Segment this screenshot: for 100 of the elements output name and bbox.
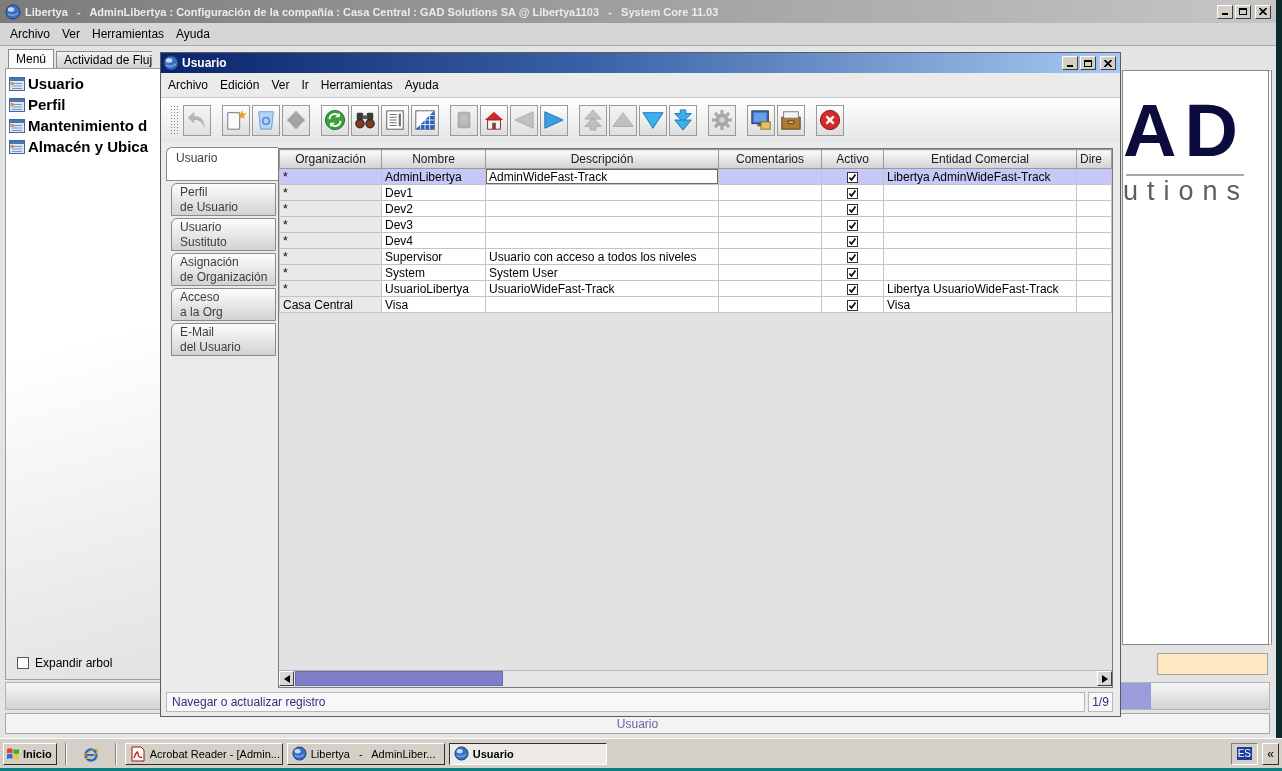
- double-up-arrow-icon: [582, 109, 604, 131]
- bucket-icon: [255, 109, 277, 131]
- scroll-left-button[interactable]: [279, 671, 294, 686]
- table-row[interactable]: * Supervisor Usuario con acceso a todos los niveles: [279, 248, 1112, 265]
- scrollbar-thumb[interactable]: [295, 671, 503, 686]
- footer-text: Usuario: [616, 716, 659, 731]
- close-button[interactable]: [1255, 4, 1271, 19]
- globe-icon: [163, 55, 179, 71]
- table-icon: [9, 139, 25, 154]
- status-indicator: [1121, 683, 1151, 709]
- minimize-button[interactable]: [1217, 4, 1233, 19]
- close-button[interactable]: [1100, 56, 1116, 70]
- menu-item[interactable]: Ver: [265, 78, 296, 92]
- column-header[interactable]: Dire: [1076, 149, 1112, 169]
- record-counter: 1/9: [1088, 692, 1113, 712]
- maximize-button[interactable]: [1235, 4, 1251, 19]
- menu-item[interactable]: Ayuda: [398, 78, 445, 92]
- checkbox[interactable]: [847, 203, 858, 215]
- browser-icon[interactable]: [82, 745, 99, 762]
- checkbox[interactable]: [847, 171, 858, 183]
- toolbar-button[interactable]: [747, 104, 775, 136]
- checkbox[interactable]: [17, 657, 29, 669]
- window-title: Libertya - AdminLibertya : Configuración de la compañía : Casa Central : GAD Solutions SA @ Libertya1103 - System Core 11.03: [25, 5, 720, 18]
- column-header[interactable]: Comentarios: [718, 149, 822, 169]
- checkbox[interactable]: [847, 235, 858, 247]
- taskbar-button[interactable]: Acrobat Reader - [Admin...: [124, 742, 283, 765]
- tab[interactable]: Actividad de Fluj: [56, 51, 153, 68]
- tab[interactable]: Acceso a la Org: [171, 288, 276, 321]
- minimize-button[interactable]: [1062, 56, 1078, 70]
- tab[interactable]: Perfil de Usuario: [171, 183, 276, 216]
- menu-item[interactable]: Edición: [214, 78, 266, 92]
- table-row[interactable]: * Dev4: [279, 232, 1112, 249]
- maximize-icon: [1239, 8, 1247, 15]
- menu-item[interactable]: Ir: [295, 78, 315, 92]
- close-icon: [1104, 59, 1112, 67]
- status-message: Navegar o actualizar registro: [166, 692, 1085, 712]
- checkbox[interactable]: [847, 299, 858, 311]
- checkbox[interactable]: [847, 283, 858, 295]
- table-row[interactable]: * Dev1: [279, 184, 1112, 201]
- monitor-icon: [750, 109, 772, 131]
- logo-mark: AD: [1123, 94, 1247, 168]
- toolbar-button[interactable]: [411, 104, 439, 136]
- tab[interactable]: Menú: [8, 49, 55, 68]
- checkbox[interactable]: [847, 267, 858, 279]
- column-header[interactable]: Nombre: [381, 149, 486, 169]
- input-field[interactable]: [1157, 653, 1268, 675]
- right-triangle-icon: [543, 109, 565, 131]
- column-header[interactable]: Organización: [279, 149, 382, 169]
- tree-item[interactable]: Almacén y Ubica: [9, 136, 160, 157]
- table-row[interactable]: * Dev2: [279, 200, 1112, 217]
- scroll-right-button[interactable]: [1097, 671, 1112, 686]
- new-page-icon: [225, 109, 247, 131]
- window-title: Usuario: [182, 56, 228, 70]
- maximize-icon: [1084, 59, 1092, 67]
- tree-item[interactable]: Mantenimiento d: [9, 115, 160, 136]
- checkbox[interactable]: [847, 187, 858, 199]
- language-indicator[interactable]: ES: [1236, 747, 1252, 760]
- grid-icon: [414, 109, 436, 131]
- description-field[interactable]: AdminWideFast-Track: [486, 169, 718, 184]
- table-row[interactable]: * Dev3: [279, 216, 1112, 233]
- table-row[interactable]: Casa Central Visa Visa: [279, 296, 1112, 313]
- taskbar-button[interactable]: Usuario: [448, 742, 607, 765]
- toolbar-button[interactable]: [816, 104, 844, 136]
- menu-item[interactable]: Ayuda: [170, 27, 216, 41]
- tray-expand-button[interactable]: «: [1262, 742, 1279, 765]
- column-header[interactable]: Descripción: [485, 149, 719, 169]
- globe-icon: [291, 746, 307, 761]
- table-row[interactable]: * System System User: [279, 264, 1112, 281]
- tab[interactable]: E-Mail del Usuario: [171, 323, 276, 356]
- logo-tagline: utions: [1123, 178, 1251, 205]
- flag-icon: [6, 746, 20, 761]
- toolbar-button[interactable]: [777, 104, 805, 136]
- left-arrow-icon: [283, 674, 290, 683]
- table-icon: [9, 97, 25, 112]
- start-button[interactable]: Inicio: [3, 742, 57, 765]
- maximize-button[interactable]: [1080, 56, 1096, 70]
- box-icon: [780, 109, 802, 131]
- tab[interactable]: Asignación de Organización: [171, 253, 276, 286]
- tree-item[interactable]: Perfil: [9, 94, 160, 115]
- checkbox[interactable]: [847, 219, 858, 231]
- document-icon: [384, 109, 406, 131]
- menu-item[interactable]: Archivo: [162, 78, 214, 92]
- checkbox[interactable]: [847, 251, 858, 263]
- menu-item[interactable]: Herramientas: [86, 27, 171, 41]
- table-row[interactable]: * AdminLibertya AdminWideFast-Track Libertya AdminWideFast-Track: [279, 168, 1112, 185]
- column-header[interactable]: Activo: [821, 149, 884, 169]
- menu-item[interactable]: Archivo: [4, 27, 56, 41]
- toolbar-button[interactable]: [351, 104, 379, 136]
- tab[interactable]: Usuario: [166, 147, 278, 181]
- table-row[interactable]: * UsuarioLibertya UsuarioWideFast-Track Libertya UsuarioWideFast-Track: [279, 280, 1112, 297]
- refresh-icon: [324, 109, 346, 131]
- tree-item[interactable]: Usuario: [9, 73, 160, 94]
- horizontal-scrollbar[interactable]: [279, 670, 1112, 687]
- table-icon: [9, 118, 25, 133]
- menu-item[interactable]: Herramientas: [314, 78, 399, 92]
- taskbar-button[interactable]: Libertya - AdminLiber...: [286, 742, 445, 765]
- menu-item[interactable]: Ver: [56, 27, 87, 41]
- toolbar-button[interactable]: [480, 104, 508, 136]
- column-header[interactable]: Entidad Comercial: [883, 149, 1077, 169]
- tab[interactable]: Usuario Sustituto: [171, 218, 276, 251]
